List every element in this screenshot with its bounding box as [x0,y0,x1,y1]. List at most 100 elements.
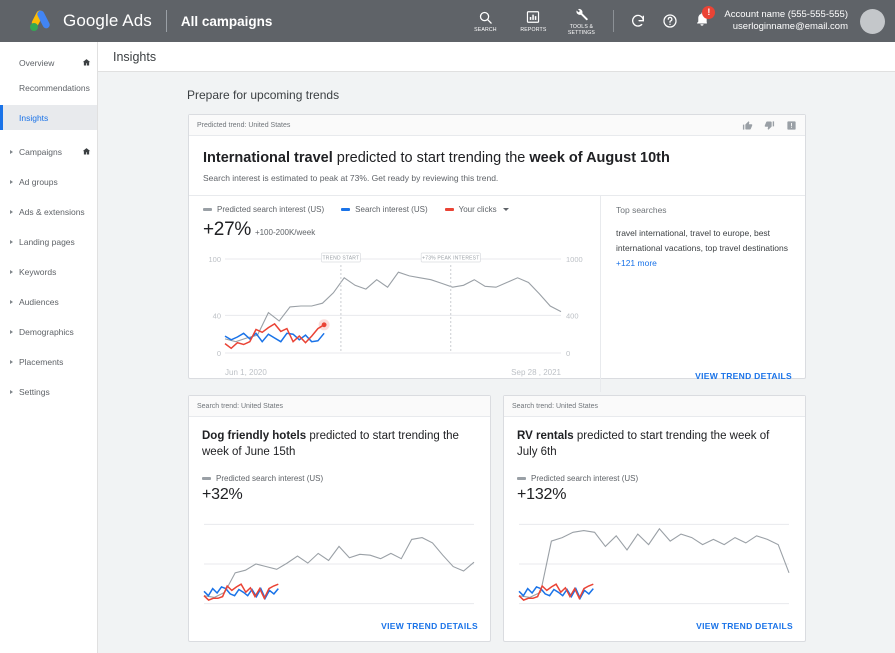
top-searches-panel: Top searches travel international, trave… [601,196,805,392]
headline-term: Dog friendly hotels [202,430,306,442]
sidebar-item-recommendations[interactable]: Recommendations [0,75,97,100]
legend-swatch [202,477,211,480]
legend-swatch [203,208,212,211]
chart-legend: Predicted search interest (US) [517,474,792,483]
sidebar-item-landing-pages[interactable]: Landing pages [0,229,97,254]
brand-area[interactable]: Google Ads [28,9,152,33]
sidebar-item-audiences[interactable]: Audiences [0,289,97,314]
headline-week: week of August 10th [529,150,669,166]
reports-button[interactable]: REPORTS [514,10,552,33]
svg-text:0: 0 [217,349,221,358]
feedback-flag-icon[interactable] [786,120,797,131]
sidebar-item-label: Settings [19,387,50,397]
svg-text:400: 400 [566,311,579,320]
sidebar-item-settings[interactable]: Settings [0,379,97,404]
wrench-icon [574,7,589,22]
headline-term: International travel [203,150,333,166]
view-trend-details-link[interactable]: VIEW TREND DETAILS [381,621,478,631]
view-trend-details-link[interactable]: VIEW TREND DETAILS [696,621,793,631]
metric-subvalue: +100-200K/week [255,228,315,237]
card-body: Dog friendly hotels predicted to start t… [189,417,490,627]
card-subline: Search interest is estimated to peak at … [203,173,791,183]
svg-text:+73% PEAK INTEREST: +73% PEAK INTEREST [422,256,479,262]
sidebar-item-ads-extensions[interactable]: Ads & extensions [0,199,97,224]
avatar[interactable] [860,9,885,34]
dog-friendly-hotels-chart[interactable] [202,512,479,622]
main-trend-chart[interactable]: 10040010004000TREND START+73% PEAK INTER… [203,245,595,379]
feedback-controls [742,120,797,131]
svg-text:Sep 28 , 2021: Sep 28 , 2021 [511,368,561,377]
reports-icon [526,10,540,25]
sidebar-item-label: Placements [19,357,63,367]
legend-item-your-clicks[interactable]: Your clicks [445,205,509,214]
google-ads-logo-icon [28,9,54,33]
card-source-label: Search trend: United States [512,403,598,410]
chevron-right-icon [10,150,13,154]
legend-item-predicted[interactable]: Predicted search interest (US) [517,474,638,483]
topbar-divider [613,10,614,32]
search-icon [478,10,493,25]
tools-and-settings-button[interactable]: TOOLS & SETTINGS [562,7,600,36]
top-searches-terms: travel international, travel to europe, … [616,228,788,253]
legend-label: Predicted search interest (US) [217,205,324,214]
brand-divider [166,10,167,32]
sidebar-navigation: Overview Recommendations Insights Campai… [0,42,98,653]
legend-label: Your clicks [459,205,497,214]
sidebar-item-label: Ads & extensions [19,207,85,217]
top-searches-title: Top searches [616,205,792,215]
metric-row: +27% +100-200K/week [203,219,600,241]
sidebar-item-campaigns[interactable]: Campaigns [0,139,97,164]
sidebar-item-demographics[interactable]: Demographics [0,319,97,344]
sidebar-item-label: Demographics [19,327,74,337]
svg-text:Jun 1, 2020: Jun 1, 2020 [225,368,267,377]
main-content: Prepare for upcoming trends Predicted tr… [98,72,895,653]
thumb-down-icon[interactable] [764,120,775,131]
chevron-right-icon [10,300,13,304]
sidebar-item-ad-groups[interactable]: Ad groups [0,169,97,194]
legend-label: Predicted search interest (US) [531,474,638,483]
reports-button-label: REPORTS [520,27,546,33]
chart-legend: Predicted search interest (US) Search in… [203,205,600,214]
card-source-label: Search trend: United States [197,403,283,410]
card-source-strip: Search trend: United States [189,396,490,417]
sidebar-item-keywords[interactable]: Keywords [0,259,97,284]
chevron-right-icon [10,390,13,394]
sidebar-item-placements[interactable]: Placements [0,349,97,374]
card-headline: International travel predicted to start … [203,149,791,167]
card-source-strip: Predicted trend: United States [189,115,805,136]
tools-and-settings-label: TOOLS & SETTINGS [562,24,600,36]
legend-item-search-interest[interactable]: Search interest (US) [341,205,427,214]
notifications-button[interactable]: ! [694,11,710,32]
account-info[interactable]: Account name (555-555-555) userloginname… [724,9,848,33]
chevron-right-icon [10,240,13,244]
pin-icon[interactable] [82,58,91,67]
rv-rentals-chart[interactable] [517,512,794,622]
top-searches-text: travel international, travel to europe, … [616,226,792,271]
metric-value: +27% [203,219,251,241]
view-trend-details-link[interactable]: VIEW TREND DETAILS [695,371,792,381]
search-button[interactable]: SEARCH [466,10,504,33]
brand-name: Google Ads [63,11,152,31]
top-navigation-bar: Google Ads All campaigns SEARCH [0,0,895,42]
svg-text:0: 0 [566,349,570,358]
legend-label: Search interest (US) [355,205,427,214]
search-button-label: SEARCH [474,27,497,33]
page-title: Insights [113,50,156,64]
legend-item-predicted[interactable]: Predicted search interest (US) [203,205,324,214]
search-trend-card-rv-rentals: Search trend: United States RV rentals p… [503,395,806,642]
sidebar-item-overview[interactable]: Overview [0,50,97,75]
top-searches-more-link[interactable]: +121 more [616,258,657,268]
chevron-down-icon[interactable] [503,208,509,211]
chevron-right-icon [10,180,13,184]
pin-icon[interactable] [82,147,91,156]
svg-text:40: 40 [213,311,221,320]
legend-item-predicted[interactable]: Predicted search interest (US) [202,474,323,483]
thumb-up-icon[interactable] [742,120,753,131]
account-email: userloginname@email.com [724,21,848,33]
sidebar-item-insights[interactable]: Insights [0,105,97,130]
help-button[interactable] [662,13,678,29]
card-source-label: Predicted trend: United States [197,122,290,129]
sidebar-item-label: Audiences [19,297,59,307]
refresh-button[interactable] [630,13,646,29]
legend-label: Predicted search interest (US) [216,474,323,483]
